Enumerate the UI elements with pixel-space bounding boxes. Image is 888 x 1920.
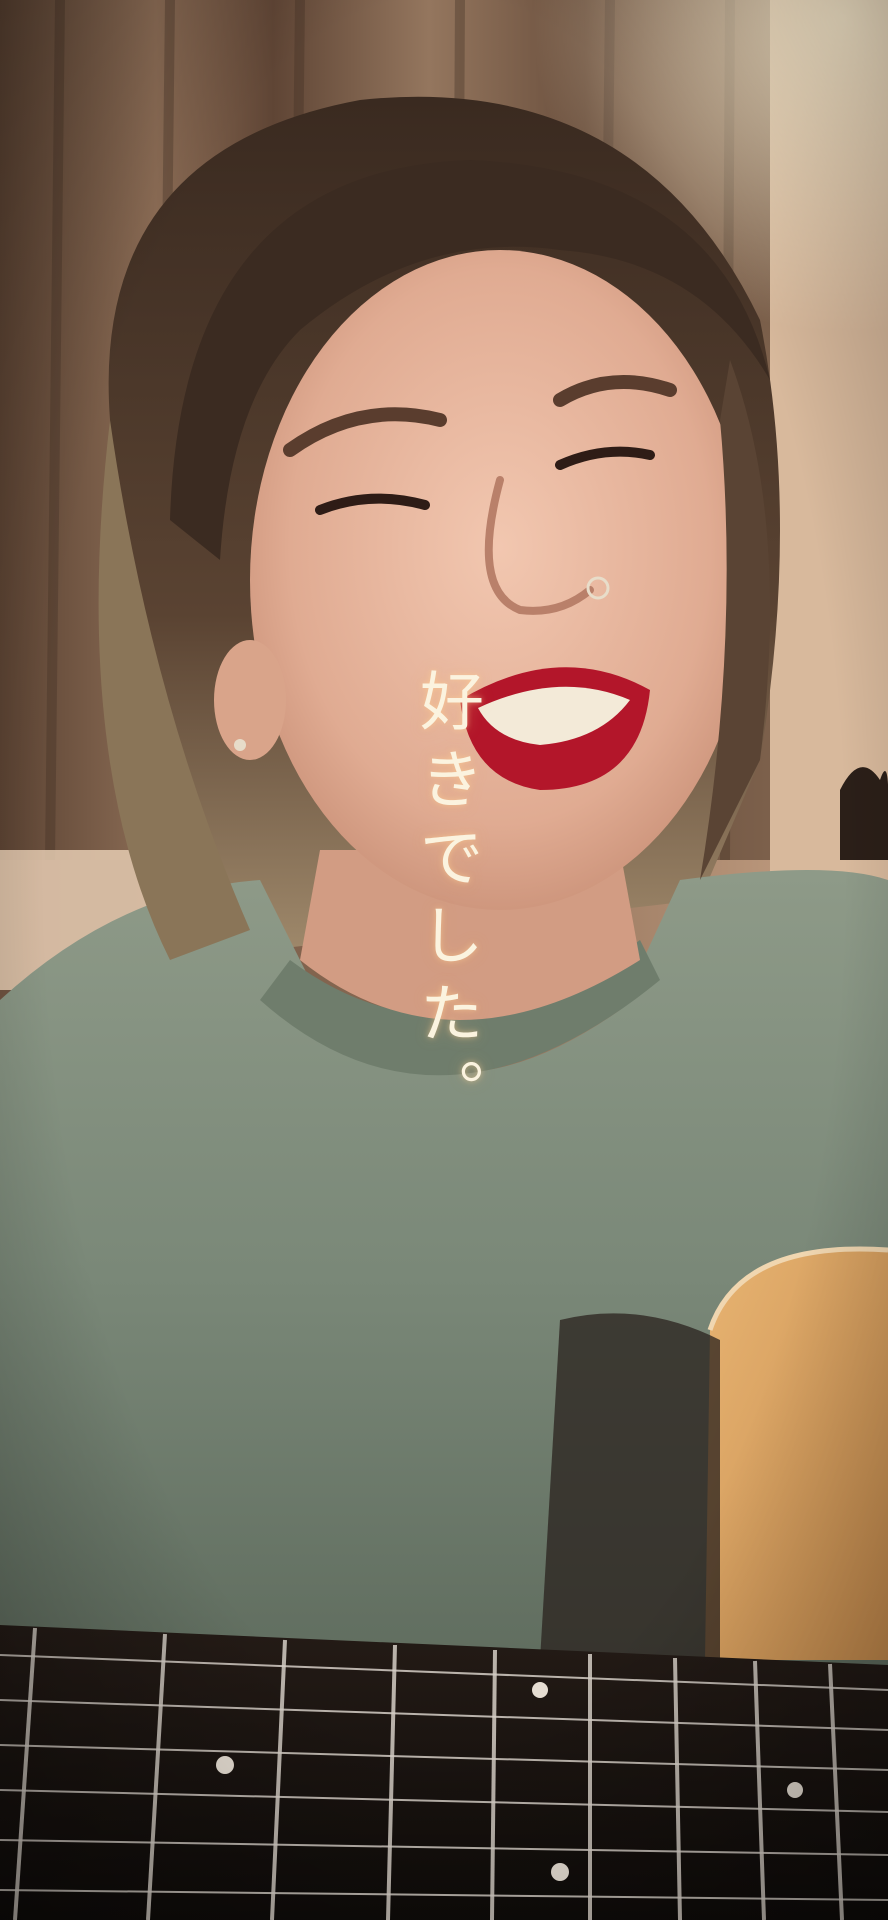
video-frame: 好きでした。 — [0, 0, 888, 1920]
lyric-caption: 好きでした。 — [409, 668, 483, 1136]
